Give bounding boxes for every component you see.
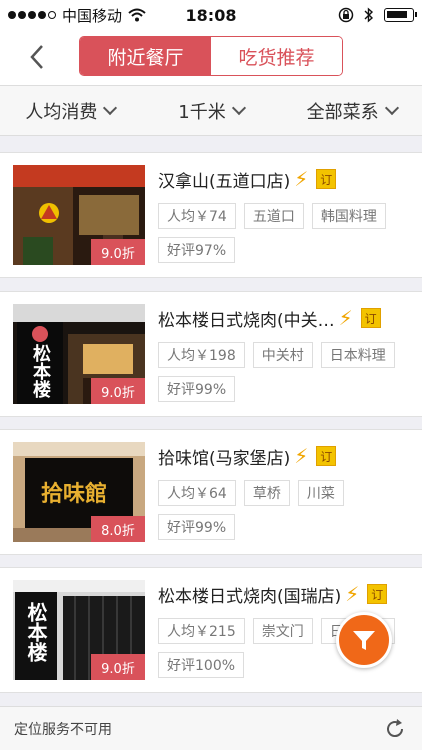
status-bar: 中国移动 18:08 (0, 0, 422, 30)
price-tag: 人均￥74 (158, 203, 236, 229)
location-status-text: 定位服务不可用 (14, 721, 112, 738)
restaurant-photo: 松本楼 9.0折 (13, 304, 145, 404)
restaurant-name: 汉拿山(五道口店) (158, 171, 291, 192)
price-tag: 人均￥64 (158, 480, 236, 506)
battery-icon (384, 8, 417, 22)
segmented-control: 附近餐厅 吃货推荐 (79, 36, 343, 76)
refresh-icon (387, 718, 404, 737)
rating-tag: 好评97% (158, 237, 236, 263)
status-right (338, 7, 417, 23)
filter-cuisine[interactable]: 全部菜系 (281, 98, 422, 124)
lightning-icon: ⚡ (338, 306, 353, 330)
tag-list: 人均￥74 五道口 韩国料理 好评97% (158, 203, 413, 263)
restaurant-name: 松本楼日式烧肉(国瑞店) (158, 586, 342, 607)
restaurant-card[interactable]: 松本楼 9.0折 松本楼日式烧肉(中关… ⚡ 订 人均￥198 中关村 日本料理… (0, 291, 422, 417)
title-row: 拾味馆(马家堡店) ⚡ 订 (158, 442, 408, 470)
rating-tag: 好评100% (158, 652, 245, 678)
price-tag: 人均￥198 (158, 342, 245, 368)
cuisine-tag: 日本料理 (320, 342, 395, 368)
status-left: 中国移动 (8, 5, 338, 26)
booking-badge: 订 (316, 446, 337, 466)
filter-fab-button[interactable] (336, 612, 392, 668)
discount-badge: 8.0折 (91, 516, 145, 542)
booking-badge: 订 (316, 169, 337, 189)
title-row: 松本楼日式烧肉(国瑞店) ⚡ 订 (158, 580, 408, 608)
area-tag: 中关村 (252, 342, 313, 368)
filter-price[interactable]: 人均消费 (0, 98, 141, 124)
cuisine-tag: 韩国料理 (311, 203, 386, 229)
chevron-down-icon (103, 100, 118, 115)
restaurant-name: 松本楼日式烧肉(中关… (158, 310, 335, 331)
tab-nearby-restaurants[interactable]: 附近餐厅 (80, 37, 211, 75)
tab-foodie-recommendations[interactable]: 吃货推荐 (211, 37, 342, 75)
wifi-icon (128, 8, 146, 22)
lightning-icon: ⚡ (345, 582, 360, 606)
tag-list: 人均￥64 草桥 川菜 好评99% (158, 480, 413, 540)
restaurant-photo: 松本楼 9.0折 (13, 580, 145, 680)
discount-badge: 9.0折 (91, 239, 145, 265)
area-tag: 草桥 (243, 480, 290, 506)
storefront-sign: 松本楼 (30, 344, 51, 398)
restaurant-card[interactable]: 拾味館 8.0折 拾味馆(马家堡店) ⚡ 订 人均￥64 草桥 川菜 好评99% (0, 429, 422, 555)
back-button[interactable] (22, 42, 52, 72)
booking-badge: 订 (367, 584, 388, 604)
chevron-down-icon (231, 100, 246, 115)
orientation-lock-icon (338, 7, 354, 23)
discount-badge: 9.0折 (91, 654, 145, 680)
tag-list: 人均￥198 中关村 日本料理 好评99% (158, 342, 413, 402)
area-tag: 五道口 (243, 203, 304, 229)
cuisine-tag: 川菜 (297, 480, 344, 506)
discount-badge: 9.0折 (91, 378, 145, 404)
title-row: 松本楼日式烧肉(中关… ⚡ 订 (158, 304, 408, 332)
title-row: 汉拿山(五道口店) ⚡ 订 (158, 165, 408, 193)
filter-cuisine-label: 全部菜系 (306, 101, 379, 123)
filter-bar: 人均消费 1千米 全部菜系 (0, 86, 422, 136)
chevron-left-icon (30, 45, 43, 69)
rating-tag: 好评99% (158, 514, 236, 540)
restaurant-name: 拾味馆(马家堡店) (158, 448, 291, 469)
booking-badge: 订 (360, 308, 381, 328)
filter-distance-label: 1千米 (178, 101, 226, 123)
price-tag: 人均￥215 (158, 618, 245, 644)
location-status-bar: 定位服务不可用 (0, 706, 422, 750)
rating-tag: 好评99% (158, 376, 236, 402)
nav-bar: 附近餐厅 吃货推荐 (0, 30, 422, 86)
storefront-sign: 拾味館 (41, 482, 108, 507)
refresh-button[interactable] (382, 716, 408, 742)
lightning-icon: ⚡ (294, 444, 309, 468)
funnel-icon (353, 631, 375, 650)
filter-price-label: 人均消费 (25, 101, 98, 123)
restaurant-photo: 9.0折 (13, 165, 145, 265)
signal-icon (8, 11, 56, 19)
restaurant-photo: 拾味館 8.0折 (13, 442, 145, 542)
carrier-label: 中国移动 (62, 6, 123, 25)
area-tag: 崇文门 (252, 618, 313, 644)
bluetooth-icon (364, 7, 374, 23)
filter-distance[interactable]: 1千米 (141, 98, 282, 124)
storefront-sign: 松本楼 (24, 602, 48, 662)
restaurant-card[interactable]: 9.0折 汉拿山(五道口店) ⚡ 订 人均￥74 五道口 韩国料理 好评97% (0, 152, 422, 278)
chevron-down-icon (384, 100, 399, 115)
lightning-icon: ⚡ (294, 167, 309, 191)
